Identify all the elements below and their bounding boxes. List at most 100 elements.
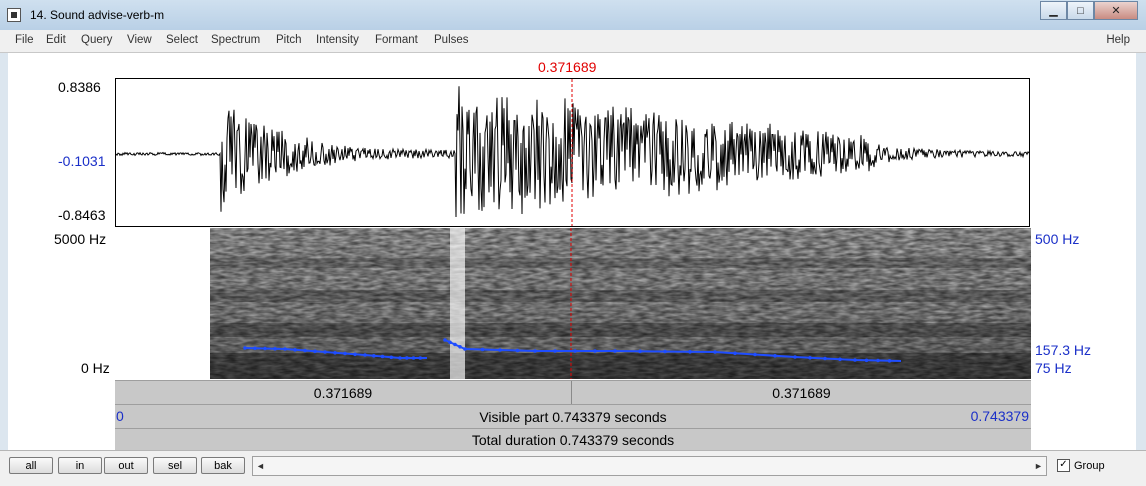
pitch-point — [273, 347, 277, 351]
pitch-bottom-label: 75 Hz — [1035, 360, 1072, 376]
pitch-point — [463, 347, 467, 351]
waveform-plot — [116, 79, 1029, 226]
maximize-button[interactable]: □ — [1067, 1, 1094, 20]
pitch-point — [713, 350, 717, 354]
pitch-point — [411, 356, 416, 360]
pitch-point — [323, 350, 327, 354]
right-segment-label: 0.371689 — [772, 384, 831, 401]
group-toggle[interactable]: ✓ Group — [1057, 459, 1105, 472]
pitch-point — [593, 349, 597, 353]
menu-view[interactable]: View — [127, 34, 152, 46]
pitch-point — [333, 351, 337, 355]
right-segment[interactable]: 0.371689 — [572, 381, 1031, 404]
pitch-point — [753, 352, 757, 357]
pitch-point — [448, 340, 452, 345]
pitch-point — [372, 354, 376, 358]
pitch-point — [405, 356, 409, 360]
zoom-out-button[interactable]: out — [104, 457, 148, 474]
pitch-point — [838, 357, 842, 362]
menu-formant[interactable]: Formant — [375, 34, 418, 46]
left-segment-label: 0.371689 — [313, 384, 373, 401]
menu-file[interactable]: File — [15, 34, 34, 46]
visible-part-label: Visible part 0.743379 seconds — [479, 408, 667, 425]
group-checkbox[interactable]: ✓ — [1057, 459, 1070, 472]
group-label: Group — [1074, 459, 1105, 472]
pitch-point — [887, 359, 892, 363]
menu-pulses[interactable]: Pulses — [434, 34, 469, 46]
spectrogram-bottom-freq-label: 0 Hz — [81, 360, 110, 376]
pitch-point — [663, 349, 667, 354]
all-button[interactable]: all — [9, 457, 53, 474]
zoom-in-button[interactable]: in — [58, 457, 102, 474]
pitch-point — [418, 356, 423, 360]
pitch-point — [638, 349, 642, 354]
pitch-point — [864, 358, 869, 363]
pitch-point — [303, 348, 307, 353]
menu-bar: File Edit Query View Select Spectrum Pit… — [0, 30, 1146, 53]
total-duration-center: Total duration 0.743379 seconds — [115, 429, 1031, 450]
pitch-point — [773, 354, 777, 358]
minimize-icon: ▁ — [1049, 5, 1058, 17]
pitch-point — [398, 356, 402, 360]
total-duration-label: Total duration 0.743379 seconds — [471, 431, 675, 448]
minimize-button[interactable]: ▁ — [1040, 1, 1067, 20]
pitch-point — [853, 358, 857, 362]
pitch-point — [480, 347, 485, 352]
menu-help[interactable]: Help — [1106, 34, 1130, 46]
visible-part-bar[interactable]: 0 Visible part 0.743379 seconds 0.743379 — [115, 404, 1031, 428]
pitch-point — [733, 351, 737, 356]
pitch-point — [553, 349, 557, 353]
pitch-point — [353, 352, 357, 357]
spectrogram-plot — [115, 228, 1031, 379]
pitch-point — [283, 347, 287, 351]
pitch-point — [793, 355, 797, 359]
maximize-icon: □ — [1077, 4, 1084, 17]
menu-select[interactable]: Select — [166, 34, 198, 46]
pitch-point — [458, 345, 462, 349]
waveform-view[interactable] — [115, 78, 1030, 227]
pitch-point — [363, 353, 367, 357]
pitch-value-label: 157.3 Hz — [1035, 342, 1092, 358]
total-duration-bar[interactable]: Total duration 0.743379 seconds — [115, 428, 1031, 450]
zoom-back-button[interactable]: bak — [201, 457, 245, 474]
spectrogram-image — [115, 228, 1031, 379]
close-button[interactable]: ✕ — [1094, 1, 1138, 20]
zoom-selection-button[interactable]: sel — [153, 457, 197, 474]
pitch-point — [263, 346, 267, 351]
left-segment[interactable]: 0.371689 — [115, 381, 572, 404]
title-bar: 14. Sound advise-verb-m ▁ □ ✕ — [0, 0, 1146, 30]
waveform-trace — [116, 86, 1029, 218]
pitch-point — [380, 354, 385, 359]
pitch-point — [823, 356, 827, 361]
app-icon — [7, 8, 21, 22]
waveform-min-label: -0.8463 — [58, 207, 106, 223]
pitch-point — [243, 346, 247, 350]
pitch-point — [253, 346, 257, 351]
pitch-point — [313, 349, 317, 354]
menu-spectrum[interactable]: Spectrum — [211, 34, 260, 46]
visible-part-center: Visible part 0.743379 seconds — [115, 405, 1031, 428]
scroll-left-icon[interactable]: ◄ — [253, 457, 268, 475]
menu-intensity[interactable]: Intensity — [316, 34, 359, 46]
pitch-point — [343, 351, 347, 356]
spectrogram-view[interactable] — [115, 228, 1031, 379]
pitch-point — [533, 349, 537, 353]
pitch-point — [498, 348, 502, 352]
pitch-point — [443, 338, 447, 342]
selection-bar[interactable]: 0.371689 0.371689 — [115, 380, 1031, 404]
pitch-point — [293, 348, 297, 352]
close-icon: ✕ — [1111, 5, 1121, 17]
pitch-point — [876, 358, 880, 363]
pitch-point — [613, 349, 617, 353]
menu-query[interactable]: Query — [81, 34, 112, 46]
window-controls: ▁ □ ✕ — [1040, 1, 1138, 21]
menu-pitch[interactable]: Pitch — [276, 34, 302, 46]
window-title: 14. Sound advise-verb-m — [30, 8, 165, 22]
menu-edit[interactable]: Edit — [46, 34, 66, 46]
pitch-point — [573, 349, 577, 353]
pitch-point — [389, 355, 394, 360]
pitch-point — [515, 348, 520, 353]
visible-end-label: 0.743379 — [970, 408, 1029, 424]
time-scrollbar[interactable]: ◄ ► — [252, 456, 1047, 476]
scroll-right-icon[interactable]: ► — [1031, 457, 1046, 475]
